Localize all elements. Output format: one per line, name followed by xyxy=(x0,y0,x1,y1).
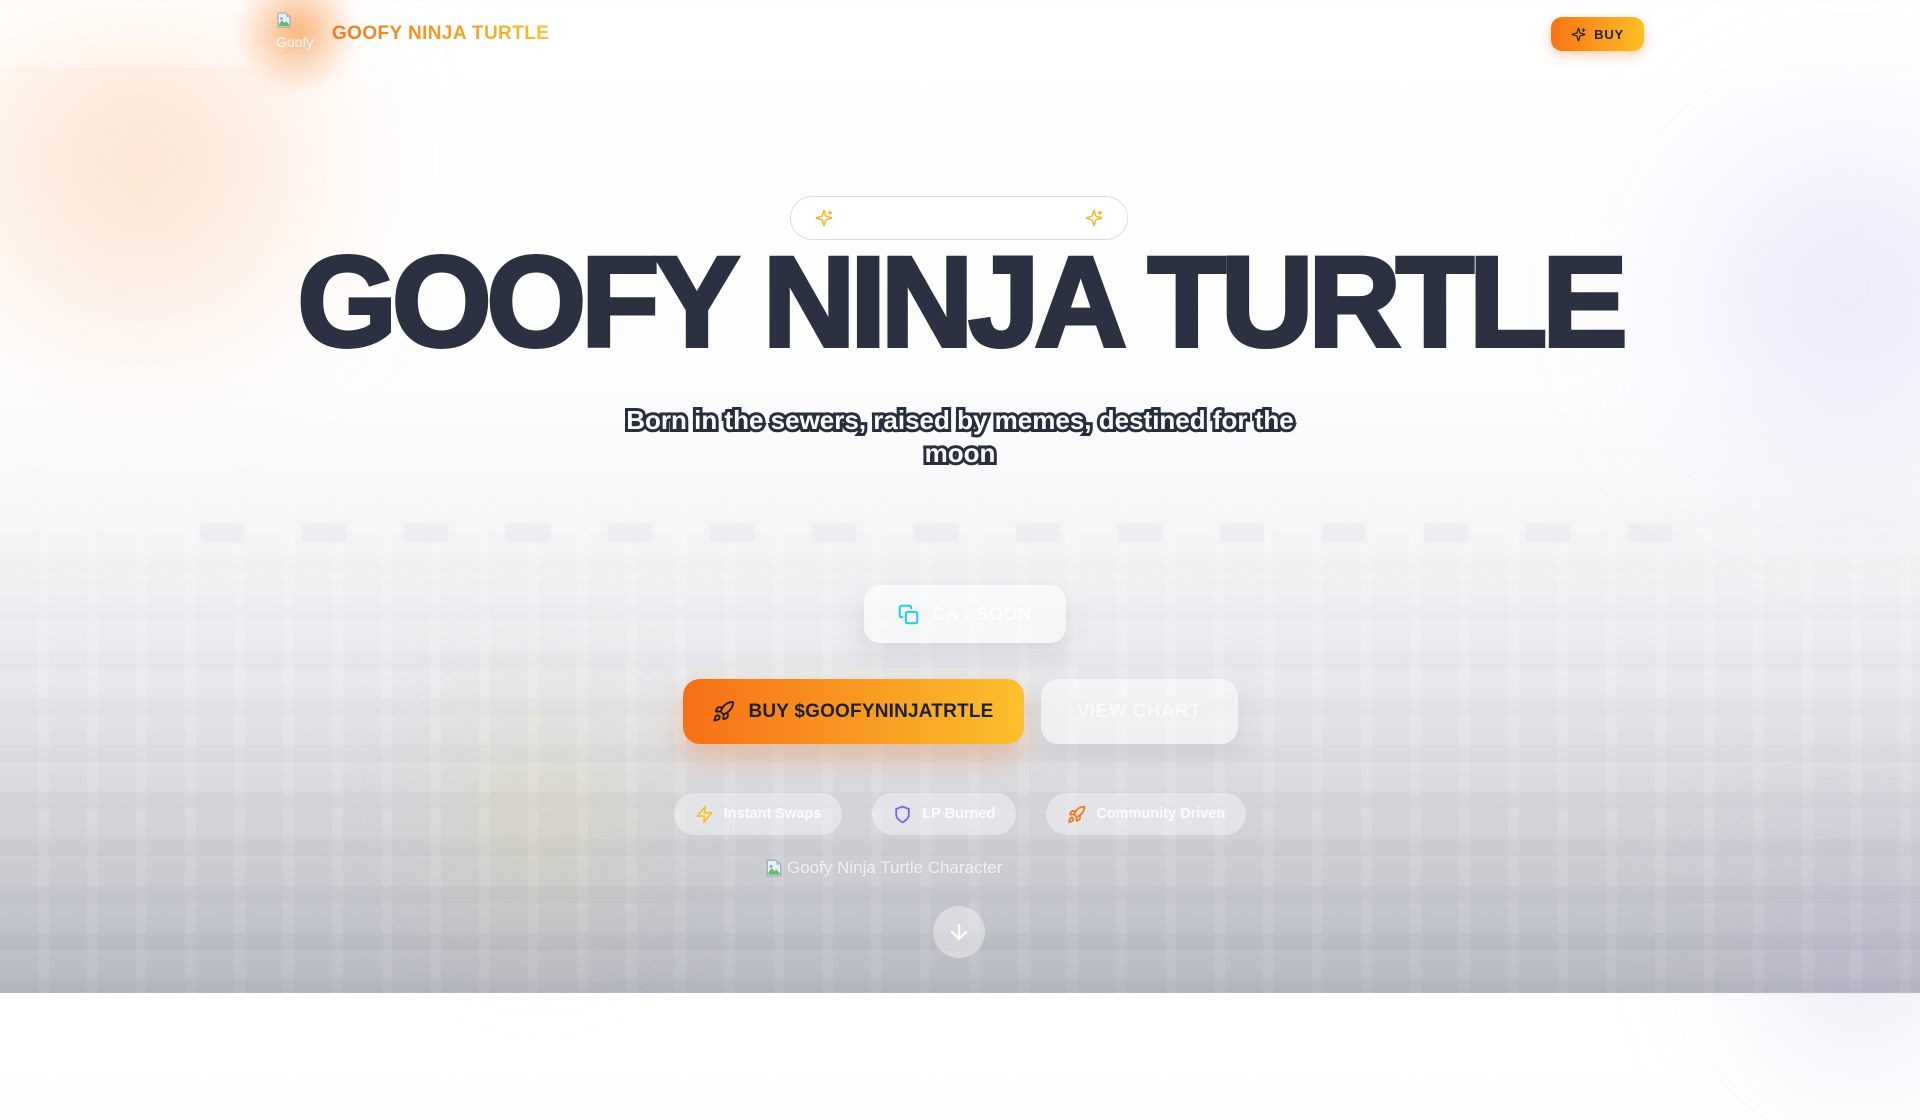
hero-subtitle: Born in the sewers, raised by memes, des… xyxy=(610,404,1310,470)
contract-address-copy-button[interactable]: CA : SOON xyxy=(864,585,1066,643)
copy-icon xyxy=(898,604,919,625)
decorative-ticker-row xyxy=(200,524,1720,542)
nav-buy-button[interactable]: BUY xyxy=(1551,17,1644,51)
shield-icon xyxy=(893,805,912,824)
cta-row: BUY $GOOFYNINJATRTLE VIEW CHART xyxy=(0,679,1920,744)
hero-section: GOOFY NINJA TURTLE Born in the sewers, r… xyxy=(0,0,1920,993)
badge-lp-burned: LP Burned xyxy=(872,793,1016,835)
page-title: GOOFY NINJA TURTLE xyxy=(0,240,1920,365)
brand-title: GOOFY NINJA TURTLE xyxy=(332,23,549,45)
rocket-icon xyxy=(1067,805,1086,824)
rocket-icon xyxy=(712,700,735,723)
character-image-placeholder: Goofy Ninja Turtle Character xyxy=(765,858,1002,878)
logo-alt-text: Goofy Ninja Turtle Logo xyxy=(276,33,318,56)
character-alt-text: Goofy Ninja Turtle Character xyxy=(787,858,1002,878)
badge-label: Community Driven xyxy=(1096,806,1225,822)
scroll-down-button[interactable] xyxy=(933,906,985,958)
sparkles-icon xyxy=(1085,209,1103,227)
zap-icon xyxy=(695,805,714,824)
arrow-down-icon xyxy=(947,920,971,944)
buy-token-button[interactable]: BUY $GOOFYNINJATRTLE xyxy=(683,679,1024,744)
buy-token-label: BUY $GOOFYNINJATRTLE xyxy=(748,701,993,723)
badge-instant-swaps: Instant Swaps xyxy=(674,793,843,835)
header: Goofy Ninja Turtle Logo GOOFY NINJA TURT… xyxy=(0,0,1920,68)
contract-address-label: CA : SOON xyxy=(932,604,1032,625)
broken-image-icon xyxy=(276,12,292,28)
badge-label: Instant Swaps xyxy=(724,806,822,822)
nav-buy-label: BUY xyxy=(1594,27,1624,42)
sparkles-icon xyxy=(1571,27,1586,42)
view-chart-label: VIEW CHART xyxy=(1077,701,1201,723)
view-chart-button[interactable]: VIEW CHART xyxy=(1041,679,1238,744)
brand-home-link[interactable]: Goofy Ninja Turtle Logo GOOFY NINJA TURT… xyxy=(276,12,549,56)
badge-community-driven: Community Driven xyxy=(1046,793,1246,835)
feature-badge-row: Instant Swaps LP Burned Community Driven xyxy=(0,793,1920,835)
broken-image-icon xyxy=(765,859,783,877)
brand-logo-image: Goofy Ninja Turtle Logo xyxy=(276,12,318,56)
badge-label: LP Burned xyxy=(922,806,995,822)
sparkles-icon xyxy=(815,209,833,227)
